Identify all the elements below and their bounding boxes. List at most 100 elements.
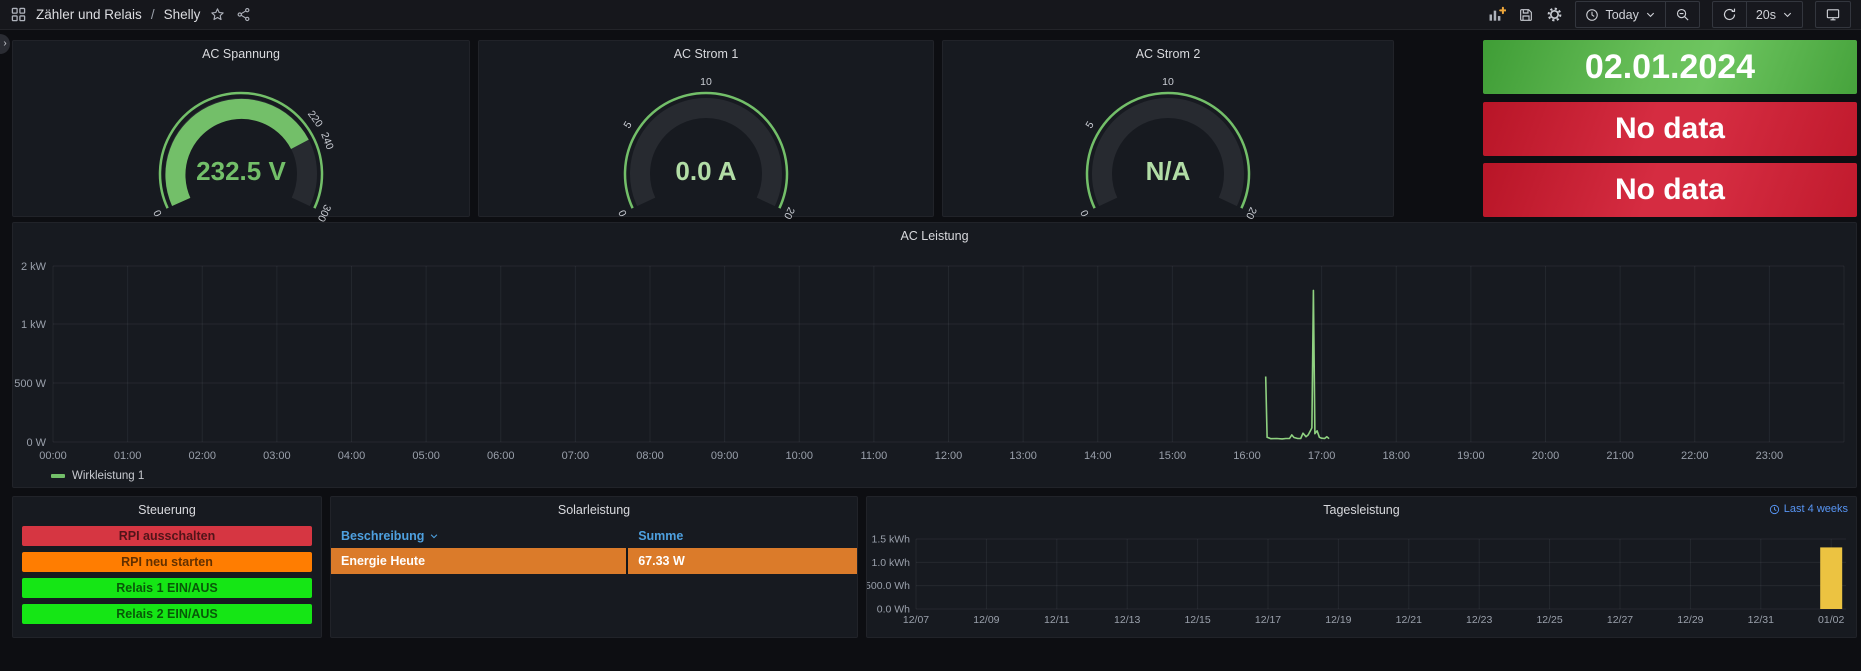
refresh-button[interactable] xyxy=(1713,2,1746,27)
gauge-tick-label: 240 xyxy=(318,131,335,152)
svg-text:2 kW: 2 kW xyxy=(21,261,47,273)
cell-summe: 67.33 W xyxy=(628,548,857,574)
apps-grid-icon[interactable] xyxy=(10,6,27,23)
breadcrumb: Zähler und Relais / Shelly xyxy=(10,6,252,23)
svg-text:00:00: 00:00 xyxy=(39,450,67,462)
svg-text:12/11: 12/11 xyxy=(1044,614,1070,626)
refresh-controls: 20s xyxy=(1712,1,1803,28)
panel-ac-leistung: 0 W500 W1 kW2 kW00:0001:0002:0003:0004:0… xyxy=(12,222,1857,488)
panel-ac-spannung: AC Spannung 0220240300 232.5 V xyxy=(12,40,470,217)
svg-text:20:00: 20:00 xyxy=(1532,450,1560,462)
svg-text:22:00: 22:00 xyxy=(1681,450,1709,462)
clock-icon xyxy=(1585,8,1599,22)
svg-text:19:00: 19:00 xyxy=(1457,450,1485,462)
chevron-down-icon xyxy=(1645,9,1656,20)
svg-text:12/17: 12/17 xyxy=(1255,614,1281,626)
legend-label: Wirkleistung 1 xyxy=(72,470,144,482)
panel-ac-strom-2: AC Strom 2 051020 N/A xyxy=(942,40,1394,217)
current1-gauge: 051020 0.0 A xyxy=(541,64,871,214)
svg-text:12/13: 12/13 xyxy=(1114,614,1140,626)
svg-text:15:00: 15:00 xyxy=(1159,450,1187,462)
solar-table: Beschreibung Summe Energie Heute 67.33 W xyxy=(331,524,857,574)
stat-no-data-panel-2: No data xyxy=(1483,163,1857,217)
refresh-interval-dropdown[interactable]: 20s xyxy=(1747,2,1802,27)
sort-chevron-down-icon xyxy=(429,531,439,541)
gauge-tick-label: 10 xyxy=(700,76,712,88)
settings-gear-icon[interactable] xyxy=(1546,2,1563,27)
svg-text:1.5 kWh: 1.5 kWh xyxy=(871,534,910,546)
table-row: Energie Heute 67.33 W xyxy=(331,548,857,574)
steuerung-button-rpi-neu-starten[interactable]: RPI neu starten xyxy=(22,552,312,572)
svg-text:12/09: 12/09 xyxy=(973,614,999,626)
legend-item-wirkleistung-1[interactable]: Wirkleistung 1 xyxy=(51,470,144,482)
panel-steuerung: Steuerung RPI ausschalten RPI neu starten… xyxy=(12,496,322,638)
stat-no-data-panel-1: No data xyxy=(1483,102,1857,156)
zoom-out-time-button[interactable] xyxy=(1666,2,1699,27)
svg-text:1 kW: 1 kW xyxy=(21,319,47,331)
time-range-picker[interactable]: Today xyxy=(1576,2,1664,27)
gauge-tick-label: 0 xyxy=(616,208,629,218)
svg-text:12/23: 12/23 xyxy=(1466,614,1492,626)
svg-text:11:00: 11:00 xyxy=(861,450,888,462)
sidebar-expand-arrow[interactable]: › xyxy=(0,34,10,54)
column-header-summe[interactable]: Summe xyxy=(628,529,857,543)
svg-text:1.0 kWh: 1.0 kWh xyxy=(871,557,910,569)
panel-title[interactable]: AC Strom 2 xyxy=(943,41,1393,66)
share-icon[interactable] xyxy=(235,6,252,23)
svg-text:06:00: 06:00 xyxy=(487,450,515,462)
breadcrumb-dashboard-link[interactable]: Zähler und Relais xyxy=(36,7,142,22)
gauge-tick-label: 5 xyxy=(1084,119,1097,130)
panel-title[interactable]: Tagesleistung xyxy=(867,497,1856,522)
steuerung-button-relais-1-ein-aus[interactable]: Relais 1 EIN/AUS xyxy=(22,578,312,598)
steuerung-button-rpi-ausschalten[interactable]: RPI ausschalten xyxy=(22,526,312,546)
svg-text:02:00: 02:00 xyxy=(188,450,216,462)
panel-title[interactable]: Solarleistung xyxy=(331,497,857,522)
gauge-tick-labels: 051020 xyxy=(1003,64,1333,214)
refresh-icon xyxy=(1722,7,1737,22)
time-range-label: Today xyxy=(1605,8,1638,22)
gauge-tick-labels: 051020 xyxy=(541,64,871,214)
panel-title[interactable]: AC Leistung xyxy=(13,223,1856,248)
svg-text:12/25: 12/25 xyxy=(1536,614,1562,626)
svg-text:12:00: 12:00 xyxy=(935,450,963,462)
steuerung-button-list: RPI ausschalten RPI neu starten Relais 1 E… xyxy=(13,522,321,624)
time-range-controls: Today xyxy=(1575,1,1699,28)
gauge-value: N/A xyxy=(1003,156,1333,187)
save-dashboard-button[interactable] xyxy=(1518,2,1534,27)
svg-text:09:00: 09:00 xyxy=(711,450,739,462)
breadcrumb-page: Shelly xyxy=(164,7,201,22)
svg-text:05:00: 05:00 xyxy=(412,450,440,462)
star-icon[interactable] xyxy=(209,6,226,23)
svg-text:500 W: 500 W xyxy=(14,378,46,390)
panel-time-override-link[interactable]: Last 4 weeks xyxy=(1769,503,1848,515)
top-navigation-bar: Zähler und Relais / Shelly xyxy=(0,0,1861,30)
svg-text:12/27: 12/27 xyxy=(1607,614,1633,626)
gauge-tick-label: 0 xyxy=(151,208,164,218)
gauge-tick-label: 20 xyxy=(1243,205,1259,221)
gauge-tick-labels: 0220240300 xyxy=(76,64,406,214)
svg-text:13:00: 13:00 xyxy=(1009,450,1037,462)
refresh-interval-label: 20s xyxy=(1756,8,1776,22)
svg-text:14:00: 14:00 xyxy=(1084,450,1112,462)
chevron-down-icon xyxy=(1782,9,1793,20)
panel-title[interactable]: AC Spannung xyxy=(13,41,469,66)
gauge-value: 0.0 A xyxy=(541,156,871,187)
table-header-row: Beschreibung Summe xyxy=(331,524,857,548)
panel-ac-strom-1: AC Strom 1 051020 0.0 A xyxy=(478,40,934,217)
svg-text:12/21: 12/21 xyxy=(1396,614,1422,626)
svg-text:04:00: 04:00 xyxy=(338,450,366,462)
voltage-gauge: 0220240300 232.5 V xyxy=(76,64,406,214)
steuerung-button-relais-2-ein-aus[interactable]: Relais 2 EIN/AUS xyxy=(22,604,312,624)
column-header-beschreibung[interactable]: Beschreibung xyxy=(331,529,628,543)
zoom-out-icon xyxy=(1675,7,1690,22)
panel-title[interactable]: Steuerung xyxy=(13,497,321,522)
svg-text:03:00: 03:00 xyxy=(263,450,291,462)
add-panel-button[interactable] xyxy=(1487,2,1506,27)
kiosk-mode-button[interactable] xyxy=(1815,1,1851,28)
svg-text:12/19: 12/19 xyxy=(1325,614,1351,626)
clock-icon xyxy=(1769,504,1780,515)
gauge-value: 232.5 V xyxy=(76,156,406,187)
svg-text:17:00: 17:00 xyxy=(1308,450,1336,462)
legend-color-marker xyxy=(51,474,65,478)
panel-title[interactable]: AC Strom 1 xyxy=(479,41,933,66)
